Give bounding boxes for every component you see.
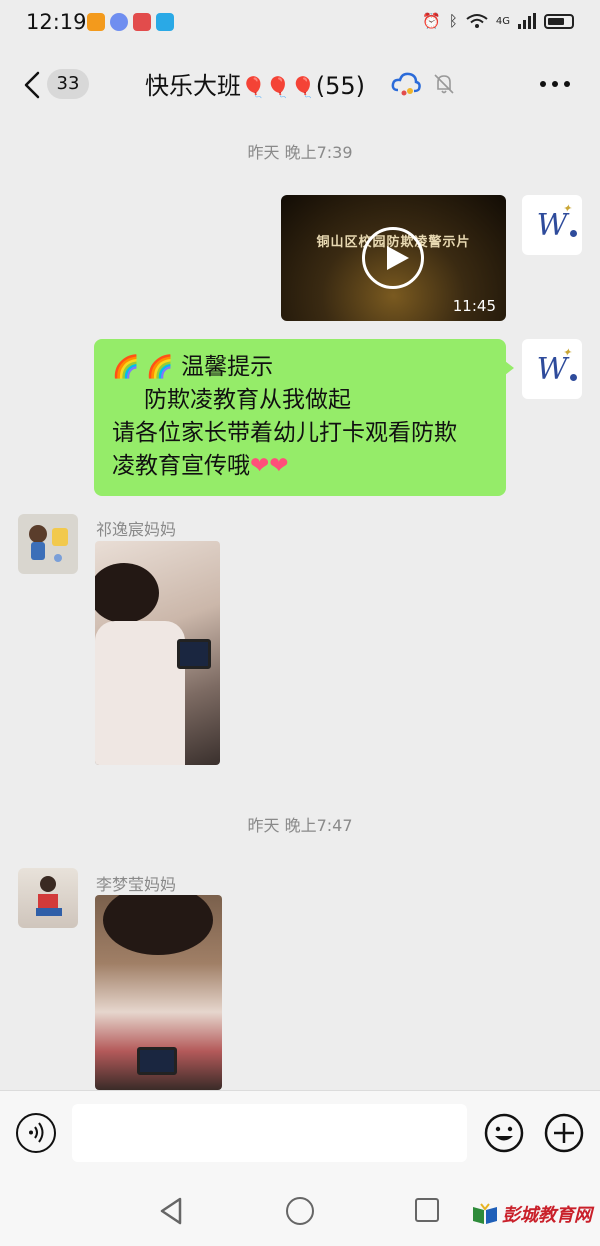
play-icon[interactable] [362, 227, 424, 289]
status-time: 12:19 [26, 10, 87, 34]
watermark-text: 彭城教育网 [502, 1205, 592, 1226]
search-app-icon [156, 13, 174, 31]
signal-icon [518, 13, 536, 29]
nav-home-icon[interactable] [286, 1197, 314, 1225]
system-indicators: ⏰ ᛒ 4G [422, 12, 574, 30]
phone-in-photo [177, 639, 211, 669]
unread-count-badge[interactable]: 33 [47, 69, 89, 99]
contact-avatar[interactable] [18, 514, 78, 574]
message-input-bar [0, 1090, 600, 1175]
contact-avatar[interactable] [18, 868, 78, 928]
chat-header: 33 快乐大班🎈🎈🎈(55) [0, 50, 600, 120]
image-message[interactable] [95, 895, 222, 1090]
image-message[interactable] [95, 541, 220, 765]
battery-icon [544, 13, 574, 29]
message-input[interactable] [72, 1104, 467, 1162]
w-logo-icon: W ✦ [537, 346, 578, 387]
alarm-icon: ⏰ [422, 12, 441, 30]
chat-title[interactable]: 快乐大班🎈🎈🎈(55) [145, 66, 365, 101]
bluetooth-icon: ᛒ [448, 12, 458, 30]
sent-text-bubble[interactable]: 🌈 🌈 温馨提示 防欺凌教育从我做起 请各位家长带着幼儿打卡观看防欺 凌教育宣传… [94, 339, 514, 496]
more-options-icon[interactable] [540, 81, 570, 87]
bubble-line-4: 凌教育宣传哦❤❤ [112, 453, 289, 479]
book-logo-icon [473, 1203, 497, 1224]
voice-input-button[interactable] [16, 1113, 56, 1153]
network-type: 4G [495, 15, 510, 27]
member-count: (55) [315, 72, 365, 100]
my-avatar[interactable]: W ✦ [522, 339, 582, 399]
mute-bell-icon [434, 74, 454, 94]
sender-name: 李梦莹妈妈 [96, 875, 177, 894]
site-watermark: 彭城教育网 [472, 1201, 592, 1227]
bubble-line-3: 请各位家长带着幼儿打卡观看防欺 [112, 420, 457, 446]
bubble-line-2: 防欺凌教育从我做起 [144, 387, 351, 413]
balloon-emoji: 🎈🎈🎈 [241, 75, 316, 99]
my-avatar[interactable]: W ✦ [522, 195, 582, 255]
notification-icons [87, 13, 174, 31]
nav-back-icon[interactable] [158, 1196, 186, 1226]
back-arrow-icon[interactable] [18, 70, 48, 100]
sender-name: 祁逸宸妈妈 [96, 520, 177, 539]
system-nav-bar: 彭城教育网 [0, 1175, 600, 1246]
group-name: 快乐大班 [145, 72, 241, 100]
w-logo-icon: W ✦ [537, 202, 578, 243]
voice-wave-icon [29, 1122, 44, 1143]
status-bar: 12:19 ⏰ ᛒ 4G [0, 0, 600, 48]
heart-emoji: ❤❤ [250, 453, 289, 479]
book-app-icon [133, 13, 151, 31]
video-message[interactable]: 铜山区校园防欺凌警示片 11:45 [281, 195, 506, 321]
phone-in-photo [137, 1047, 177, 1075]
wifi-icon [466, 14, 488, 28]
emoji-button-icon[interactable] [484, 1113, 524, 1153]
nav-recent-apps-icon[interactable] [415, 1198, 439, 1222]
video-app-icon [87, 13, 105, 31]
person-avatar-icon [36, 876, 62, 916]
cartoon-avatar-icon [29, 525, 68, 562]
message-timestamp: 昨天 晚上7:47 [247, 816, 353, 835]
message-timestamp: 昨天 晚上7:39 [247, 143, 353, 162]
rainbow-emoji: 🌈 🌈 [112, 355, 174, 380]
music-app-icon [110, 13, 128, 31]
video-duration: 11:45 [452, 297, 496, 315]
more-functions-plus-icon[interactable] [544, 1113, 584, 1153]
group-cloud-icon[interactable] [390, 70, 422, 98]
bubble-line-1: 🌈 🌈 温馨提示 [112, 354, 274, 380]
